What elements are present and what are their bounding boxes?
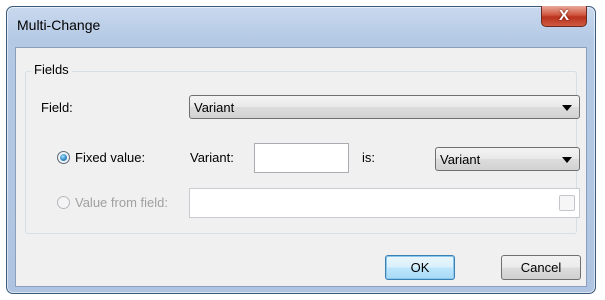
ok-button[interactable]: OK (385, 255, 455, 280)
close-button[interactable]: X (541, 6, 587, 27)
close-icon: X (558, 7, 569, 24)
field-dropdown[interactable]: Variant (189, 95, 580, 119)
value-from-field-input-field[interactable] (190, 189, 579, 217)
field-dropdown-value: Variant (194, 100, 235, 115)
is-label: is: (362, 150, 375, 165)
is-dropdown[interactable]: Variant (435, 147, 580, 171)
value-from-field-label: Value from field: (75, 195, 168, 210)
cancel-button[interactable]: Cancel (501, 255, 581, 280)
is-dropdown-value: Variant (440, 152, 481, 167)
variant-input[interactable] (254, 143, 349, 173)
value-from-field-radio[interactable] (57, 196, 70, 209)
field-label: Field: (41, 100, 73, 115)
chevron-down-icon (562, 105, 572, 111)
variant-label: Variant: (190, 150, 234, 165)
chevron-down-icon (562, 157, 572, 163)
variant-input-field[interactable] (255, 144, 348, 172)
value-from-field-input[interactable] (189, 188, 580, 218)
fixed-value-label: Fixed value: (75, 150, 146, 165)
dialog-client-area: Fields Field: Variant Fixed value: Varia… (15, 47, 587, 287)
field-picker-button[interactable] (559, 195, 575, 211)
multi-change-dialog: Multi-Change X Fields Field: Variant Fix… (6, 6, 596, 294)
fixed-value-radio[interactable] (57, 151, 70, 164)
window-title: Multi-Change (17, 17, 101, 33)
fields-group-legend: Fields (31, 62, 72, 77)
